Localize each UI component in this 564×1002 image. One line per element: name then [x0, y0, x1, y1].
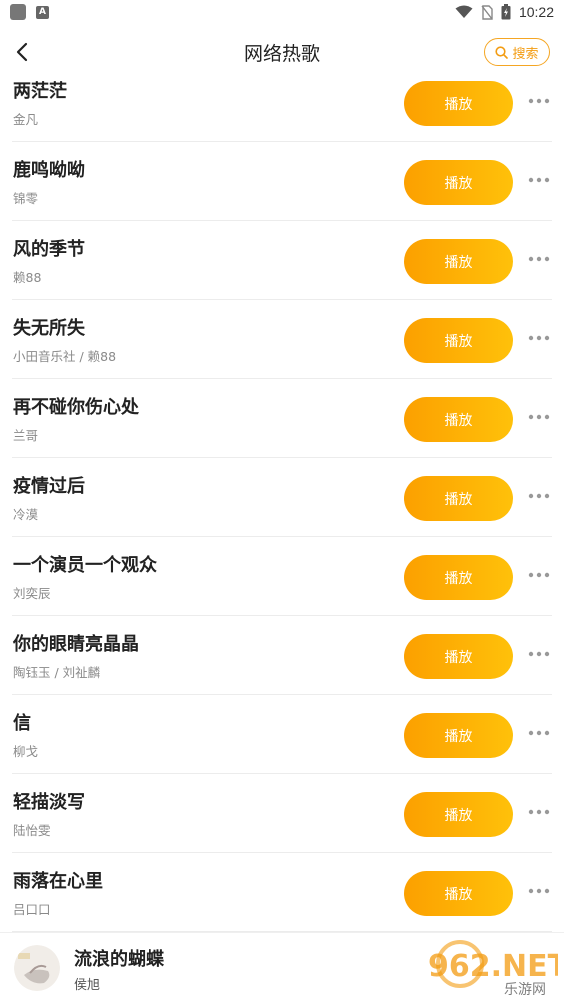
- page-title: 网络热歌: [243, 42, 320, 65]
- song-list-item[interactable]: 信 柳戈 播放: [12, 695, 552, 774]
- song-title: 一个演员一个观众: [13, 555, 157, 576]
- song-list-item[interactable]: 再不碰你伤心处 兰哥 播放: [12, 379, 552, 458]
- song-list-item[interactable]: 失无所失 小田音乐社 / 赖88 播放: [12, 300, 552, 379]
- more-dots-icon: [528, 572, 550, 578]
- song-artist: 小田音乐社 / 赖88: [13, 349, 117, 364]
- play-button[interactable]: 播放: [404, 871, 513, 916]
- more-options-button[interactable]: [526, 486, 552, 506]
- more-options-button[interactable]: [526, 881, 552, 901]
- song-artist: 锦零: [13, 191, 39, 206]
- song-title: 信: [13, 713, 31, 734]
- play-button[interactable]: 播放: [404, 634, 513, 679]
- more-options-button[interactable]: [526, 249, 552, 269]
- more-dots-icon: [528, 177, 550, 183]
- song-title: 疫情过后: [13, 476, 85, 497]
- more-options-button[interactable]: [526, 723, 552, 743]
- play-button[interactable]: 播放: [404, 160, 513, 205]
- now-playing-title: 流浪的蝴蝶: [74, 949, 164, 970]
- play-button[interactable]: 播放: [404, 555, 513, 600]
- song-list: 两茫茫 金凡 播放 鹿鸣呦呦 锦零 播放 风的季节 赖88 播放 失无所失 小田…: [0, 63, 564, 932]
- song-title: 两茫茫: [13, 81, 67, 102]
- play-button[interactable]: 播放: [404, 318, 513, 363]
- more-options-button[interactable]: [526, 328, 552, 348]
- more-dots-icon: [528, 809, 550, 815]
- battery-charging-icon: [501, 4, 511, 20]
- more-dots-icon: [528, 888, 550, 894]
- play-button[interactable]: 播放: [404, 81, 513, 126]
- song-title: 轻描淡写: [13, 792, 85, 813]
- song-artist: 冷漠: [13, 507, 39, 522]
- song-artist: 刘奕辰: [13, 586, 51, 601]
- song-artist: 柳戈: [13, 744, 39, 759]
- more-options-button[interactable]: [526, 644, 552, 664]
- song-list-item[interactable]: 两茫茫 金凡 播放: [12, 63, 552, 142]
- song-list-item[interactable]: 疫情过后 冷漠 播放: [12, 458, 552, 537]
- song-list-item[interactable]: 一个演员一个观众 刘奕辰 播放: [12, 537, 552, 616]
- back-button[interactable]: [10, 38, 34, 66]
- app-square-icon: [10, 4, 26, 20]
- song-artist: 赖88: [13, 270, 42, 285]
- more-dots-icon: [528, 493, 550, 499]
- more-dots-icon: [528, 730, 550, 736]
- song-list-item[interactable]: 你的眼睛亮晶晶 陶钰玉 / 刘祉麟 播放: [12, 616, 552, 695]
- watermark-logo: 962.NET 乐游网: [424, 938, 564, 998]
- song-title: 你的眼睛亮晶晶: [13, 634, 139, 655]
- more-options-button[interactable]: [526, 565, 552, 585]
- song-title: 再不碰你伤心处: [13, 397, 139, 418]
- song-title: 风的季节: [13, 239, 85, 260]
- song-title: 雨落在心里: [13, 871, 103, 892]
- more-options-button[interactable]: [526, 170, 552, 190]
- watermark-main: 962.NET: [428, 949, 558, 984]
- more-options-button[interactable]: [526, 91, 552, 111]
- more-dots-icon: [528, 256, 550, 262]
- more-dots-icon: [528, 335, 550, 341]
- status-bar: A 10:22: [0, 0, 564, 24]
- more-dots-icon: [528, 651, 550, 657]
- wifi-icon: [455, 5, 473, 18]
- play-button[interactable]: 播放: [404, 239, 513, 284]
- more-dots-icon: [528, 414, 550, 420]
- chevron-left-icon: [16, 42, 28, 62]
- no-sim-icon: [481, 4, 493, 20]
- search-icon: [495, 45, 509, 59]
- a-badge-icon: A: [36, 5, 49, 19]
- search-button[interactable]: 搜索: [484, 38, 550, 66]
- play-button[interactable]: 播放: [404, 476, 513, 521]
- song-title: 失无所失: [13, 318, 85, 339]
- song-list-item[interactable]: 风的季节 赖88 播放: [12, 221, 552, 300]
- more-options-button[interactable]: [526, 407, 552, 427]
- more-options-button[interactable]: [526, 802, 552, 822]
- now-playing-artist: 侯旭: [74, 978, 101, 993]
- more-dots-icon: [528, 98, 550, 104]
- play-button[interactable]: 播放: [404, 792, 513, 837]
- song-title: 鹿鸣呦呦: [13, 160, 85, 181]
- song-list-item[interactable]: 轻描淡写 陆怡雯 播放: [12, 774, 552, 853]
- song-artist: 陆怡雯: [13, 823, 51, 838]
- search-label: 搜索: [512, 46, 539, 62]
- watermark-sub: 乐游网: [504, 982, 546, 998]
- song-list-item[interactable]: 鹿鸣呦呦 锦零 播放: [12, 142, 552, 221]
- song-artist: 吕口口: [13, 902, 51, 917]
- song-list-item[interactable]: 雨落在心里 吕口口 播放: [12, 853, 552, 932]
- song-artist: 兰哥: [13, 428, 39, 443]
- play-button[interactable]: 播放: [404, 713, 513, 758]
- play-button[interactable]: 播放: [404, 397, 513, 442]
- song-artist: 金凡: [13, 112, 39, 127]
- song-artist: 陶钰玉 / 刘祉麟: [13, 665, 101, 680]
- status-time: 10:22: [518, 4, 554, 20]
- album-cover-image[interactable]: [14, 945, 60, 991]
